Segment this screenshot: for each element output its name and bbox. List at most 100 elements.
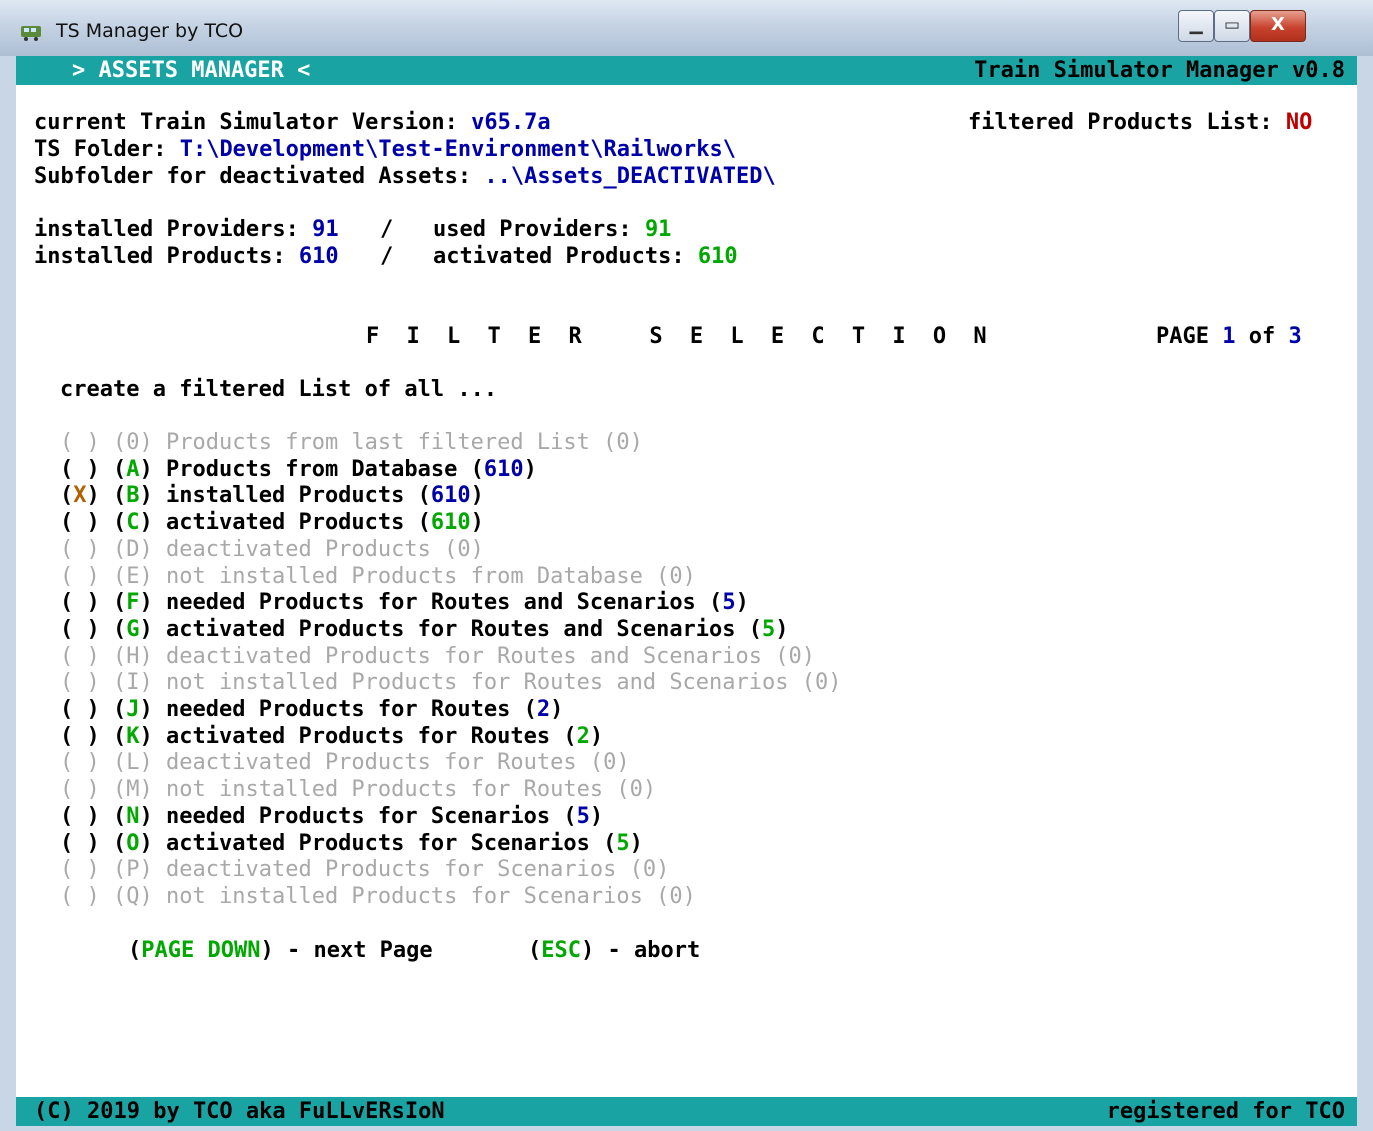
option-count: 610: [483, 456, 524, 482]
close-icon: X: [1271, 14, 1285, 35]
option-count: 0: [788, 643, 802, 669]
option-key: 0: [126, 430, 140, 455]
version-line: current Train Simulator Version: v65.7a: [34, 110, 551, 136]
filter-option-o[interactable]: ( ) (O) activated Products for Scenarios…: [60, 831, 643, 857]
subfolder-value: ..\Assets_DEACTIVATED\: [484, 164, 776, 189]
filter-option-j[interactable]: ( ) (J) needed Products for Routes (2): [60, 697, 563, 723]
copyright: (C) 2019 by TCO aka FuLLvERsIoN: [34, 1099, 445, 1124]
option-checkbox: [73, 644, 86, 669]
option-count: 0: [629, 777, 643, 803]
option-label: not installed Products for Routes: [166, 777, 604, 803]
option-checkbox: [73, 697, 86, 722]
option-label: needed Products for Scenarios: [166, 803, 551, 829]
app-window: TS Manager by TCO ▁ ▭ X > ASSETS MANAGER…: [0, 0, 1373, 1131]
option-checkbox: [73, 884, 86, 909]
maximize-icon: ▭: [1223, 15, 1241, 35]
option-label: activated Products: [166, 510, 405, 536]
filtered-line: filtered Products List: NO: [968, 110, 1312, 136]
page-current: 1: [1222, 324, 1236, 349]
filtered-label: filtered Products List:: [968, 110, 1273, 135]
option-key: P: [126, 857, 140, 883]
used-providers-value: 91: [644, 217, 672, 242]
filter-option-l: ( ) (L) deactivated Products for Routes …: [60, 750, 630, 776]
option-label: deactivated Products for Routes: [166, 750, 577, 776]
option-checkbox: [73, 670, 86, 695]
option-key: N: [126, 803, 140, 829]
option-key: G: [126, 616, 140, 642]
option-label: needed Products for Routes and Scenarios: [166, 590, 696, 616]
filter-option-i: ( ) (I) not installed Products for Route…: [60, 670, 842, 696]
filter-option-f[interactable]: ( ) (F) needed Products for Routes and S…: [60, 590, 749, 616]
option-checkbox: [73, 857, 86, 882]
activated-products-line: activated Products: 610: [433, 244, 738, 270]
option-count: 610: [430, 483, 471, 509]
option-checkbox: [73, 804, 86, 829]
option-label: needed Products for Routes: [166, 697, 511, 722]
activated-products-value: 610: [697, 244, 738, 269]
option-checkbox: X: [73, 483, 87, 509]
filter-option-b[interactable]: (X) (B) installed Products (610): [60, 483, 484, 509]
option-key: M: [126, 777, 140, 803]
version-label: current Train Simulator Version:: [34, 110, 458, 135]
next-page-action[interactable]: (PAGE DOWN) - next Page: [128, 938, 433, 964]
filter-option-e: ( ) (E) not installed Products from Data…: [60, 563, 696, 589]
option-checkbox: [73, 537, 86, 562]
option-checkbox: [73, 510, 86, 535]
option-key: B: [126, 483, 140, 509]
option-key: L: [126, 750, 140, 776]
filter-option-c[interactable]: ( ) (C) activated Products (610): [60, 510, 484, 536]
option-count: 0: [642, 857, 657, 883]
registered-text: registered for TCO: [1106, 1099, 1345, 1124]
option-count: 5: [762, 616, 776, 642]
option-label: activated Products for Routes and Scenar…: [166, 616, 736, 642]
installed-products-label: installed Products:: [34, 244, 286, 269]
option-checkbox: [73, 564, 86, 589]
option-count: 2: [576, 723, 590, 749]
filter-option-a[interactable]: ( ) (A) Products from Database (610): [60, 457, 537, 483]
subfolder-label: Subfolder for deactivated Assets:: [34, 164, 472, 189]
subfolder-line: Subfolder for deactivated Assets: ..\Ass…: [34, 164, 776, 190]
filter-option-m: ( ) (M) not installed Products for Route…: [60, 777, 657, 803]
abort-action[interactable]: (ESC) - abort: [528, 938, 700, 964]
filter-option-n[interactable]: ( ) (N) needed Products for Scenarios (5…: [60, 804, 603, 830]
maximize-button[interactable]: ▭: [1214, 10, 1250, 42]
page-label: PAGE: [1156, 324, 1209, 349]
title-bar[interactable]: TS Manager by TCO ▁ ▭ X: [0, 0, 1373, 56]
train-app-icon: [21, 26, 41, 41]
window-title: TS Manager by TCO: [56, 20, 244, 42]
version-value: v65.7a: [471, 110, 551, 135]
separator: /: [380, 244, 394, 269]
option-key: J: [126, 697, 140, 722]
option-label: installed Products: [166, 483, 405, 509]
page-of: of: [1248, 324, 1276, 349]
option-key: C: [126, 510, 140, 536]
page-total: 3: [1288, 324, 1302, 349]
header-bar: > ASSETS MANAGER < Train Simulator Manag…: [16, 56, 1357, 85]
next-page-key: PAGE DOWN: [141, 938, 261, 963]
filter-option-d: ( ) (D) deactivated Products (0): [60, 536, 484, 562]
option-checkbox: [73, 831, 86, 856]
used-providers-label: used Providers:: [433, 217, 632, 242]
option-label: not installed Products for Routes and Sc…: [166, 670, 789, 696]
filter-option-k[interactable]: ( ) (K) activated Products for Routes (2…: [60, 724, 603, 750]
folder-label: TS Folder:: [34, 137, 167, 162]
filter-intro: create a filtered List of all ...: [60, 377, 498, 402]
installed-providers-label: installed Providers:: [34, 217, 299, 242]
installed-products-line: installed Products: 610: [34, 244, 339, 270]
installed-providers-value: 91: [312, 217, 339, 242]
filter-option-0: ( ) (0) Products from last filtered List…: [60, 430, 643, 455]
close-button[interactable]: X: [1250, 10, 1306, 42]
option-label: deactivated Products: [166, 536, 431, 562]
section-title: > ASSETS MANAGER <: [72, 58, 311, 83]
separator: /: [380, 217, 394, 242]
option-count: 0: [669, 883, 683, 909]
option-checkbox: [73, 457, 86, 482]
option-checkbox: [73, 750, 86, 775]
installed-products-value: 610: [298, 244, 339, 269]
folder-value: T:\Development\Test-Environment\Railwork…: [179, 137, 736, 162]
filter-option-g[interactable]: ( ) (G) activated Products for Routes an…: [60, 617, 789, 643]
console-area: > ASSETS MANAGER < Train Simulator Manag…: [16, 56, 1357, 1126]
minimize-button[interactable]: ▁: [1178, 10, 1214, 42]
filter-heading: F I L T E R S E L E C T I O N: [366, 324, 994, 349]
option-key: Q: [126, 883, 140, 909]
